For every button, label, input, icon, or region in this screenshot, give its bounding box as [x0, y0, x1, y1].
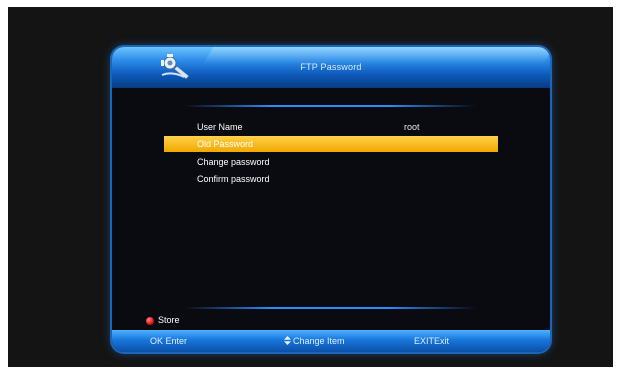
exit-label: Exit [434, 336, 450, 346]
field-label: Old Password [197, 139, 254, 149]
ok-label: Enter [165, 336, 188, 346]
exit-key: EXIT [414, 336, 435, 346]
store-hint[interactable]: Store [146, 315, 180, 325]
tv-screen: FTP Password User Name root Old Password… [8, 7, 613, 367]
key-hint-bar: OK Enter Change Item EXITExit [112, 330, 550, 352]
top-divider [184, 105, 476, 107]
up-down-arrows-icon [284, 336, 291, 345]
field-label: User Name [197, 122, 243, 132]
change-item-label: Change Item [293, 336, 345, 346]
field-label: Change password [197, 157, 270, 167]
ok-enter-hint[interactable]: OK Enter [150, 336, 187, 346]
field-row-confirm-password[interactable]: Confirm password [164, 171, 498, 187]
store-label: Store [158, 315, 180, 325]
field-row-change-password[interactable]: Change password [164, 154, 498, 170]
exit-hint[interactable]: EXITExit [414, 336, 449, 346]
field-value: root [404, 122, 420, 132]
change-item-hint[interactable]: Change Item [284, 336, 345, 346]
ftp-password-dialog: FTP Password User Name root Old Password… [112, 47, 550, 352]
red-button-icon [146, 316, 154, 325]
bottom-divider [184, 307, 476, 309]
field-label: Confirm password [197, 174, 270, 184]
field-row-old-password[interactable]: Old Password [164, 136, 498, 152]
field-row-user-name[interactable]: User Name root [164, 119, 498, 135]
dialog-title: FTP Password [300, 62, 362, 72]
ok-key: OK [150, 336, 164, 346]
title-bar: FTP Password [112, 47, 550, 88]
